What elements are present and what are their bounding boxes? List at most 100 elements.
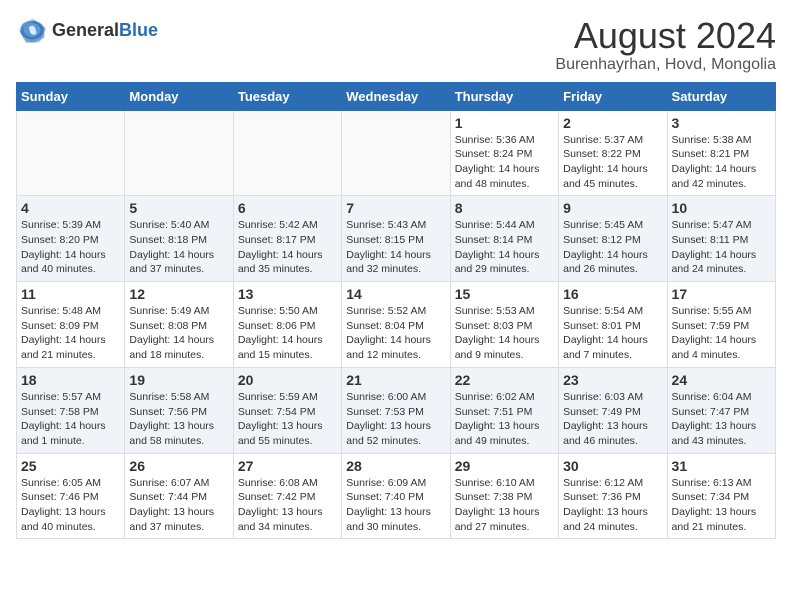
day-info: Sunrise: 5:37 AM Sunset: 8:22 PM Dayligh… — [563, 133, 662, 192]
day-number: 25 — [21, 458, 120, 474]
table-row — [17, 110, 125, 196]
day-number: 10 — [672, 200, 771, 216]
day-number: 2 — [563, 115, 662, 131]
day-info: Sunrise: 6:08 AM Sunset: 7:42 PM Dayligh… — [238, 476, 337, 535]
day-number: 22 — [455, 372, 554, 388]
day-info: Sunrise: 5:43 AM Sunset: 8:15 PM Dayligh… — [346, 218, 445, 277]
table-row: 2 Sunrise: 5:37 AM Sunset: 8:22 PM Daylig… — [559, 110, 667, 196]
day-number: 9 — [563, 200, 662, 216]
table-row: 16Sunrise: 5:54 AM Sunset: 8:01 PM Dayli… — [559, 282, 667, 368]
table-row: 27 Sunrise: 6:08 AM Sunset: 7:42 PM Dayli… — [233, 453, 341, 539]
table-row: 8Sunrise: 5:44 AM Sunset: 8:14 PM Daylig… — [450, 196, 558, 282]
day-number: 4 — [21, 200, 120, 216]
table-row — [233, 110, 341, 196]
table-row: 5Sunrise: 5:40 AM Sunset: 8:18 PM Daylig… — [125, 196, 233, 282]
day-info: Sunrise: 5:59 AM Sunset: 7:54 PM Dayligh… — [238, 390, 337, 449]
day-info: Sunrise: 5:47 AM Sunset: 8:11 PM Dayligh… — [672, 218, 771, 277]
day-info: Sunrise: 5:50 AM Sunset: 8:06 PM Dayligh… — [238, 304, 337, 363]
table-row — [342, 110, 450, 196]
table-row: 1 Sunrise: 5:36 AM Sunset: 8:24 PM Daylig… — [450, 110, 558, 196]
day-number: 13 — [238, 286, 337, 302]
day-info: Sunrise: 5:53 AM Sunset: 8:03 PM Dayligh… — [455, 304, 554, 363]
day-number: 27 — [238, 458, 337, 474]
table-row: 15 Sunrise: 5:53 AM Sunset: 8:03 PM Dayli… — [450, 282, 558, 368]
day-info: Sunrise: 5:39 AM Sunset: 8:20 PM Dayligh… — [21, 218, 120, 277]
logo-general: General — [52, 20, 119, 40]
day-number: 24 — [672, 372, 771, 388]
table-row: 9 Sunrise: 5:45 AM Sunset: 8:12 PM Daylig… — [559, 196, 667, 282]
day-number: 23 — [563, 372, 662, 388]
table-row: 28Sunrise: 6:09 AM Sunset: 7:40 PM Dayli… — [342, 453, 450, 539]
day-number: 15 — [455, 286, 554, 302]
day-number: 12 — [129, 286, 228, 302]
table-row: 22 Sunrise: 6:02 AM Sunset: 7:51 PM Dayli… — [450, 367, 558, 453]
header-tuesday: Tuesday — [233, 82, 341, 110]
day-number: 11 — [21, 286, 120, 302]
logo: GeneralBlue — [16, 16, 158, 44]
table-row: 24 Sunrise: 6:04 AM Sunset: 7:47 PM Dayli… — [667, 367, 775, 453]
day-number: 30 — [563, 458, 662, 474]
table-row: 17Sunrise: 5:55 AM Sunset: 7:59 PM Dayli… — [667, 282, 775, 368]
title-area: August 2024 Burenhayrhan, Hovd, Mongolia — [555, 16, 776, 74]
table-row: 29 Sunrise: 6:10 AM Sunset: 7:38 PM Dayli… — [450, 453, 558, 539]
header-monday: Monday — [125, 82, 233, 110]
weekday-header-row: Sunday Monday Tuesday Wednesday Thursday… — [17, 82, 776, 110]
day-info: Sunrise: 6:02 AM Sunset: 7:51 PM Dayligh… — [455, 390, 554, 449]
table-row: 12 Sunrise: 5:49 AM Sunset: 8:08 PM Dayli… — [125, 282, 233, 368]
day-info: Sunrise: 5:44 AM Sunset: 8:14 PM Dayligh… — [455, 218, 554, 277]
table-row: 31 Sunrise: 6:13 AM Sunset: 7:34 PM Dayli… — [667, 453, 775, 539]
logo-blue: Blue — [119, 20, 158, 40]
day-info: Sunrise: 6:05 AM Sunset: 7:46 PM Dayligh… — [21, 476, 120, 535]
table-row: 18 Sunrise: 5:57 AM Sunset: 7:58 PM Dayli… — [17, 367, 125, 453]
day-number: 26 — [129, 458, 228, 474]
header-friday: Friday — [559, 82, 667, 110]
table-row: 13 Sunrise: 5:50 AM Sunset: 8:06 PM Dayli… — [233, 282, 341, 368]
day-info: Sunrise: 5:54 AM Sunset: 8:01 PM Dayligh… — [563, 304, 662, 363]
header-thursday: Thursday — [450, 82, 558, 110]
day-number: 19 — [129, 372, 228, 388]
table-row: 6Sunrise: 5:42 AM Sunset: 8:17 PM Daylig… — [233, 196, 341, 282]
day-info: Sunrise: 5:49 AM Sunset: 8:08 PM Dayligh… — [129, 304, 228, 363]
day-info: Sunrise: 6:10 AM Sunset: 7:38 PM Dayligh… — [455, 476, 554, 535]
day-info: Sunrise: 6:13 AM Sunset: 7:34 PM Dayligh… — [672, 476, 771, 535]
day-number: 31 — [672, 458, 771, 474]
calendar-week-row: 18 Sunrise: 5:57 AM Sunset: 7:58 PM Dayli… — [17, 367, 776, 453]
day-number: 5 — [129, 200, 228, 216]
table-row: 30 Sunrise: 6:12 AM Sunset: 7:36 PM Dayli… — [559, 453, 667, 539]
day-info: Sunrise: 6:04 AM Sunset: 7:47 PM Dayligh… — [672, 390, 771, 449]
day-info: Sunrise: 6:09 AM Sunset: 7:40 PM Dayligh… — [346, 476, 445, 535]
day-number: 1 — [455, 115, 554, 131]
day-number: 29 — [455, 458, 554, 474]
day-info: Sunrise: 5:57 AM Sunset: 7:58 PM Dayligh… — [21, 390, 120, 449]
day-number: 18 — [21, 372, 120, 388]
day-info: Sunrise: 5:55 AM Sunset: 7:59 PM Dayligh… — [672, 304, 771, 363]
table-row: 14Sunrise: 5:52 AM Sunset: 8:04 PM Dayli… — [342, 282, 450, 368]
table-row: 23 Sunrise: 6:03 AM Sunset: 7:49 PM Dayli… — [559, 367, 667, 453]
calendar-week-row: 4 Sunrise: 5:39 AM Sunset: 8:20 PM Daylig… — [17, 196, 776, 282]
day-info: Sunrise: 5:52 AM Sunset: 8:04 PM Dayligh… — [346, 304, 445, 363]
logo-icon — [16, 16, 48, 44]
day-number: 6 — [238, 200, 337, 216]
table-row: 25 Sunrise: 6:05 AM Sunset: 7:46 PM Dayli… — [17, 453, 125, 539]
day-info: Sunrise: 6:07 AM Sunset: 7:44 PM Dayligh… — [129, 476, 228, 535]
table-row: 26 Sunrise: 6:07 AM Sunset: 7:44 PM Dayli… — [125, 453, 233, 539]
calendar-table: Sunday Monday Tuesday Wednesday Thursday… — [16, 82, 776, 540]
day-number: 21 — [346, 372, 445, 388]
calendar-title: August 2024 — [555, 16, 776, 56]
day-info: Sunrise: 6:12 AM Sunset: 7:36 PM Dayligh… — [563, 476, 662, 535]
logo-text: GeneralBlue — [52, 20, 158, 41]
calendar-week-row: 1 Sunrise: 5:36 AM Sunset: 8:24 PM Daylig… — [17, 110, 776, 196]
table-row: 4 Sunrise: 5:39 AM Sunset: 8:20 PM Daylig… — [17, 196, 125, 282]
table-row: 3Sunrise: 5:38 AM Sunset: 8:21 PM Daylig… — [667, 110, 775, 196]
calendar-week-row: 25 Sunrise: 6:05 AM Sunset: 7:46 PM Dayli… — [17, 453, 776, 539]
day-info: Sunrise: 5:36 AM Sunset: 8:24 PM Dayligh… — [455, 133, 554, 192]
calendar-week-row: 11 Sunrise: 5:48 AM Sunset: 8:09 PM Dayli… — [17, 282, 776, 368]
table-row: 21Sunrise: 6:00 AM Sunset: 7:53 PM Dayli… — [342, 367, 450, 453]
day-info: Sunrise: 6:03 AM Sunset: 7:49 PM Dayligh… — [563, 390, 662, 449]
day-info: Sunrise: 5:58 AM Sunset: 7:56 PM Dayligh… — [129, 390, 228, 449]
table-row: 20Sunrise: 5:59 AM Sunset: 7:54 PM Dayli… — [233, 367, 341, 453]
table-row: 10 Sunrise: 5:47 AM Sunset: 8:11 PM Dayli… — [667, 196, 775, 282]
header-sunday: Sunday — [17, 82, 125, 110]
day-info: Sunrise: 5:45 AM Sunset: 8:12 PM Dayligh… — [563, 218, 662, 277]
day-info: Sunrise: 5:48 AM Sunset: 8:09 PM Dayligh… — [21, 304, 120, 363]
